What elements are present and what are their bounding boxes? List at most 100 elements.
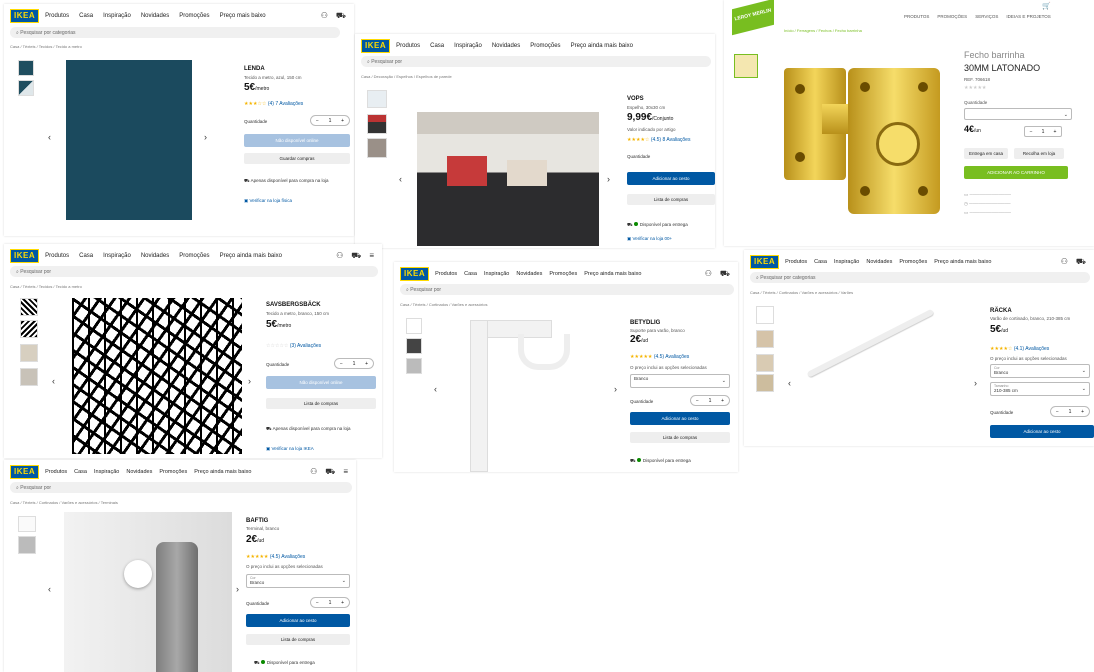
- thumbnail[interactable]: [406, 318, 422, 334]
- nav-item[interactable]: Inspiração: [103, 253, 131, 259]
- search-input[interactable]: ⌕ Pesquisar por: [10, 266, 378, 277]
- thumbnail[interactable]: [756, 354, 774, 372]
- thumbnail[interactable]: [18, 80, 34, 96]
- nav-item[interactable]: Novidades: [141, 13, 169, 19]
- quantity-stepper[interactable]: −1 +: [1050, 406, 1090, 417]
- breadcrumb[interactable]: Casa / Decoração / Espelhos / Espelhos d…: [361, 74, 452, 79]
- thumbnail[interactable]: [406, 338, 422, 354]
- quantity-stepper[interactable]: −1 +: [310, 597, 350, 608]
- cart-icon[interactable]: ⛟: [720, 269, 730, 279]
- nav-item[interactable]: Promoções: [179, 253, 209, 259]
- search-input[interactable]: ⌕ Pesquisar por categorias: [10, 27, 340, 38]
- cart-icon[interactable]: ⛟: [336, 11, 346, 21]
- thumbnail[interactable]: [20, 320, 38, 338]
- shopping-list-button[interactable]: Lista de compras: [630, 432, 730, 443]
- nav-item[interactable]: Novidades: [866, 259, 892, 265]
- store-check-link[interactable]: ▣ Verificar na loja física: [244, 198, 292, 204]
- color-select[interactable]: Cor Branco ⌄: [990, 364, 1090, 378]
- add-to-cart-button[interactable]: Adicionar ao cesto: [246, 614, 350, 627]
- shopping-list-button[interactable]: Guardar compras: [244, 153, 350, 164]
- thumbnail[interactable]: [18, 536, 36, 554]
- ikea-logo[interactable]: IKEA: [10, 9, 40, 23]
- user-icon[interactable]: ⚇: [1061, 257, 1068, 267]
- nav-item[interactable]: Produtos: [45, 253, 69, 259]
- search-input[interactable]: ⌕ Pesquisar por categorias: [750, 272, 1090, 283]
- rating[interactable]: ★★★☆☆ (4) 7 Avaliações: [244, 101, 303, 107]
- nav-item[interactable]: Preço ainda mais baixo: [194, 469, 251, 475]
- breadcrumb[interactable]: Início / Ferragens / Fechos / Fecho barr…: [784, 28, 862, 33]
- nav-item[interactable]: Promoções: [899, 259, 927, 265]
- thumbnail[interactable]: [406, 358, 422, 374]
- menu-icon[interactable]: ≡: [369, 251, 374, 261]
- nav-item[interactable]: Preço mais baixo: [220, 13, 266, 19]
- ikea-logo[interactable]: IKEA: [10, 249, 40, 263]
- ikea-logo[interactable]: IKEA: [361, 39, 391, 53]
- nav-item[interactable]: Promoções: [179, 13, 209, 19]
- chevron-left-icon[interactable]: ‹: [48, 584, 51, 594]
- nav-item[interactable]: Novidades: [516, 271, 542, 277]
- nav-item[interactable]: Novidades: [126, 469, 152, 475]
- delivery-option[interactable]: Entrega em casa: [964, 148, 1008, 159]
- nav-item[interactable]: Inspiração: [94, 469, 119, 475]
- pickup-option[interactable]: Recolha em loja: [1014, 148, 1064, 159]
- add-to-cart-button[interactable]: Não disponível online: [244, 134, 350, 147]
- nav-item[interactable]: Produtos: [396, 43, 420, 49]
- chevron-left-icon[interactable]: ‹: [399, 174, 402, 184]
- nav-item[interactable]: Casa: [74, 469, 87, 475]
- ikea-logo[interactable]: IKEA: [400, 267, 430, 281]
- nav-item[interactable]: SERVIÇOS: [975, 14, 998, 19]
- chevron-left-icon[interactable]: ‹: [788, 378, 791, 388]
- user-icon[interactable]: ⚇: [336, 251, 343, 261]
- nav-item[interactable]: Preço ainda mais baixo: [220, 253, 282, 259]
- chevron-right-icon[interactable]: ›: [248, 376, 251, 386]
- store-check-link[interactable]: ▣ Verificar na loja IKEA: [266, 446, 314, 452]
- thumbnail[interactable]: [756, 330, 774, 348]
- chevron-right-icon[interactable]: ›: [204, 132, 207, 142]
- nav-item[interactable]: Novidades: [141, 253, 169, 259]
- breadcrumb[interactable]: Casa / Têxteis / Cortinados / Varões e a…: [10, 500, 118, 505]
- user-icon[interactable]: ⚇: [705, 269, 712, 279]
- ikea-logo[interactable]: IKEA: [10, 465, 40, 479]
- rating[interactable]: ★★★★★ (4.5) Avaliações: [246, 554, 305, 560]
- thumbnail[interactable]: [734, 54, 758, 78]
- nav-item[interactable]: Promoções: [549, 271, 577, 277]
- chevron-right-icon[interactable]: ›: [607, 174, 610, 184]
- breadcrumb[interactable]: Casa / Têxteis / Tecidos / Tecido a metr…: [10, 44, 82, 49]
- user-icon[interactable]: ⚇: [310, 467, 317, 477]
- ikea-logo[interactable]: IKEA: [750, 255, 780, 269]
- rating[interactable]: ★★★★★ (4.5) Avaliações: [630, 354, 689, 360]
- add-to-cart-button[interactable]: Adicionar ao cesto: [627, 172, 715, 185]
- size-select[interactable]: Tamanho 210-385 cm ⌄: [990, 382, 1090, 396]
- nav-item[interactable]: Preço ainda mais baixo: [584, 271, 641, 277]
- quantity-stepper[interactable]: −1 +: [310, 115, 350, 126]
- search-input[interactable]: ⌕ Pesquisar por: [361, 56, 711, 67]
- nav-item[interactable]: Casa: [79, 253, 93, 259]
- thumbnail[interactable]: [18, 60, 34, 76]
- nav-item[interactable]: Produtos: [45, 469, 67, 475]
- search-input[interactable]: ⌕ Pesquisar por: [400, 284, 734, 295]
- add-to-cart-button[interactable]: ADICIONAR AO CARRINHO: [964, 166, 1068, 179]
- chevron-right-icon[interactable]: ›: [974, 378, 977, 388]
- rating[interactable]: ★★★★★: [964, 85, 986, 91]
- breadcrumb[interactable]: Casa / Têxteis / Tecidos / Tecido a metr…: [10, 284, 82, 289]
- search-input[interactable]: ⌕ Pesquisar por: [10, 482, 352, 493]
- cart-icon[interactable]: 🛒: [1042, 2, 1051, 10]
- thumbnail[interactable]: [756, 374, 774, 392]
- variant-select[interactable]: ⌄: [964, 108, 1072, 120]
- color-select[interactable]: Branco ⌄: [630, 374, 730, 388]
- cart-icon[interactable]: ⛟: [325, 467, 335, 477]
- cart-icon[interactable]: ⛟: [351, 251, 361, 261]
- shopping-list-button[interactable]: Lista de compras: [266, 398, 376, 409]
- quantity-stepper[interactable]: −1 +: [334, 358, 374, 369]
- color-select[interactable]: Cor Branco ⌄: [246, 574, 350, 588]
- thumbnail[interactable]: [756, 306, 774, 324]
- nav-item[interactable]: Inspiração: [834, 259, 859, 265]
- nav-item[interactable]: Casa: [464, 271, 477, 277]
- chevron-left-icon[interactable]: ‹: [48, 132, 51, 142]
- nav-item[interactable]: Inspiração: [103, 13, 131, 19]
- thumbnail[interactable]: [367, 90, 387, 108]
- nav-item[interactable]: PROMOÇÕES: [937, 14, 967, 19]
- nav-item[interactable]: Novidades: [492, 43, 520, 49]
- thumbnail[interactable]: [20, 344, 38, 362]
- breadcrumb[interactable]: Casa / Têxteis / Cortinados / Varões e a…: [750, 290, 853, 295]
